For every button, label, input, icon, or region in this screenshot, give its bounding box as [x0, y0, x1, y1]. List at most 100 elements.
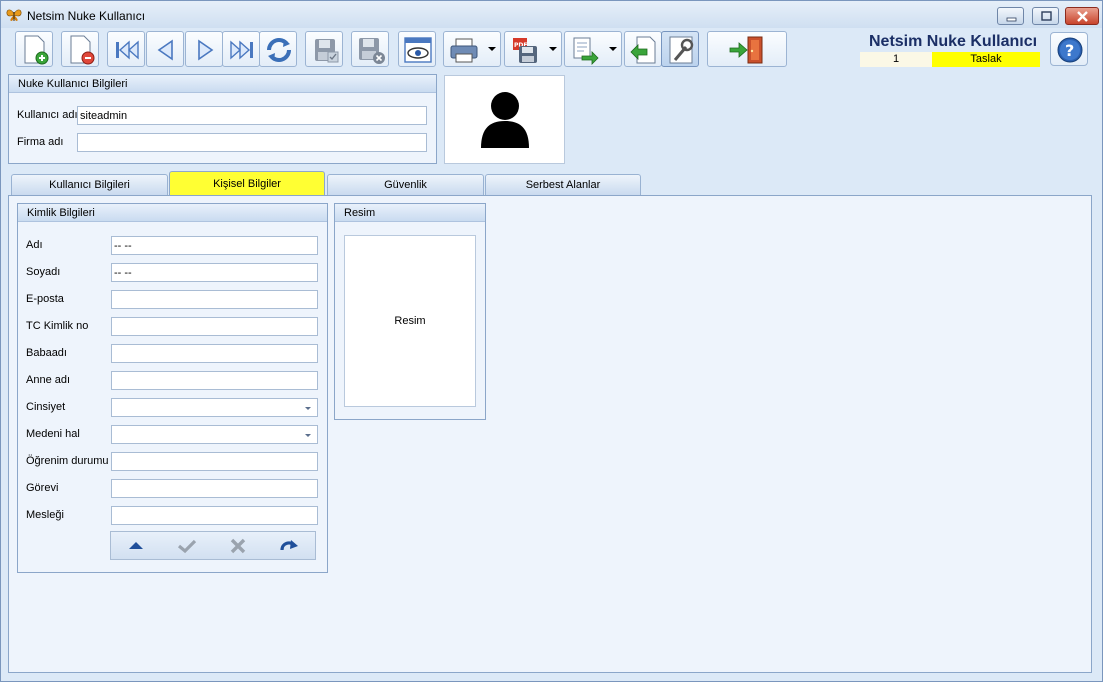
previous-record-icon: [157, 39, 173, 61]
svg-text:?: ?: [1065, 41, 1074, 60]
tab-kullanici-bilgileri[interactable]: Kullanıcı Bilgileri: [11, 174, 168, 195]
previous-record-button[interactable]: [146, 31, 184, 67]
pdf-export-button[interactable]: PDF: [504, 31, 562, 67]
profession-field[interactable]: [111, 506, 318, 525]
first-name-field[interactable]: [111, 236, 318, 255]
save-button[interactable]: [305, 31, 343, 67]
title-bar: Netsim Nuke Kullanıcı: [1, 1, 1102, 28]
gender-select[interactable]: [111, 398, 318, 417]
preview-icon: [404, 37, 432, 63]
last-record-icon: [230, 40, 253, 60]
first-record-icon: [116, 40, 139, 60]
chevron-down-icon: [488, 47, 496, 51]
export-button[interactable]: [564, 31, 622, 67]
next-record-icon: [198, 39, 214, 61]
identity-group: Kimlik Bilgileri Adı Soyadı E-posta TC K…: [17, 203, 328, 573]
cancel-button[interactable]: [213, 532, 263, 559]
delete-record-button[interactable]: [61, 31, 99, 67]
help-button[interactable]: ?: [1050, 32, 1088, 66]
save-icon: [315, 39, 339, 63]
application-window: Netsim Nuke Kullanıcı PDF Netsim Nuke Ku…: [0, 0, 1103, 682]
redo-button[interactable]: [264, 532, 314, 559]
username-field[interactable]: [77, 106, 427, 125]
record-number: 1: [860, 52, 932, 67]
export-icon: [573, 37, 599, 65]
close-icon: [1077, 11, 1088, 22]
field-label: Soyadı: [26, 266, 61, 278]
company-field[interactable]: [77, 133, 427, 152]
maximize-icon: [1041, 11, 1052, 21]
confirm-button[interactable]: [162, 532, 212, 559]
close-button[interactable]: [1065, 7, 1099, 25]
chevron-down-icon: [305, 434, 311, 437]
delete-record-icon: [70, 35, 95, 65]
arrow-up-icon: [129, 542, 143, 549]
field-label: E-posta: [26, 293, 64, 305]
field-label: Mesleği: [26, 509, 64, 521]
tab-label: Kullanıcı Bilgileri: [49, 179, 130, 191]
picture-placeholder: Resim: [394, 315, 426, 327]
tab-label: Kişisel Bilgiler: [213, 178, 281, 190]
help-icon: ?: [1057, 37, 1083, 63]
field-label: Görevi: [26, 482, 59, 494]
minimize-button[interactable]: [997, 7, 1024, 25]
import-icon: [630, 36, 656, 64]
user-info-group: Nuke Kullanıcı Bilgileri Kullanıcı adı F…: [8, 74, 437, 164]
exit-button[interactable]: [707, 31, 787, 67]
marital-status-select[interactable]: [111, 425, 318, 444]
status-badge: Taslak: [932, 52, 1040, 67]
last-name-field[interactable]: [111, 263, 318, 282]
pdf-export-icon: PDF: [513, 38, 537, 63]
new-record-button[interactable]: [15, 31, 53, 67]
field-label: TC Kimlik no: [26, 320, 89, 332]
group-title: Kimlik Bilgileri: [18, 204, 327, 222]
position-field[interactable]: [111, 479, 318, 498]
tab-label: Güvenlik: [384, 179, 427, 191]
group-title: Resim: [335, 204, 485, 222]
maximize-button[interactable]: [1032, 7, 1059, 25]
minimize-icon: [1006, 17, 1017, 22]
user-avatar[interactable]: [444, 75, 565, 164]
tab-serbest-alanlar[interactable]: Serbest Alanlar: [485, 174, 641, 195]
first-record-button[interactable]: [107, 31, 145, 67]
tc-kimlik-field[interactable]: [111, 317, 318, 336]
print-icon: [450, 38, 478, 63]
company-label: Firma adı: [17, 136, 64, 148]
refresh-button[interactable]: [259, 31, 297, 67]
chevron-down-icon: [549, 47, 557, 51]
preview-button[interactable]: [398, 31, 436, 67]
field-label: Medeni hal: [26, 428, 80, 440]
field-label: Adı: [26, 239, 43, 251]
group-title: Nuke Kullanıcı Bilgileri: [9, 75, 436, 93]
education-field[interactable]: [111, 452, 318, 471]
father-name-field[interactable]: [111, 344, 318, 363]
tab-label: Serbest Alanlar: [525, 179, 601, 191]
mother-name-field[interactable]: [111, 371, 318, 390]
window-title: Netsim Nuke Kullanıcı: [27, 9, 146, 23]
picture-box[interactable]: Resim: [344, 235, 476, 407]
import-button[interactable]: [624, 31, 662, 67]
field-label: Cinsiyet: [26, 401, 66, 413]
next-record-button[interactable]: [185, 31, 223, 67]
app-title: Netsim Nuke Kullanıcı: [869, 33, 1038, 50]
chevron-down-icon: [305, 407, 311, 410]
new-record-icon: [24, 35, 49, 65]
move-up-button[interactable]: [111, 532, 161, 559]
tab-kisisel-bilgiler[interactable]: Kişisel Bilgiler: [169, 171, 325, 196]
check-icon: [177, 539, 197, 554]
last-record-button[interactable]: [222, 31, 260, 67]
save-cancel-icon: [359, 38, 385, 64]
field-label: Babaadı: [26, 347, 67, 359]
chevron-down-icon: [609, 47, 617, 51]
field-label: Anne adı: [26, 374, 71, 386]
settings-icon: [669, 36, 694, 64]
exit-icon: [729, 36, 763, 64]
redo-icon: [280, 540, 298, 551]
navigator-strip: [110, 531, 316, 560]
settings-button[interactable]: [661, 31, 699, 67]
print-button[interactable]: [443, 31, 501, 67]
save-cancel-button[interactable]: [351, 31, 389, 67]
butterfly-icon: [6, 9, 22, 21]
tab-guvenlik[interactable]: Güvenlik: [327, 174, 484, 195]
email-field[interactable]: [111, 290, 318, 309]
